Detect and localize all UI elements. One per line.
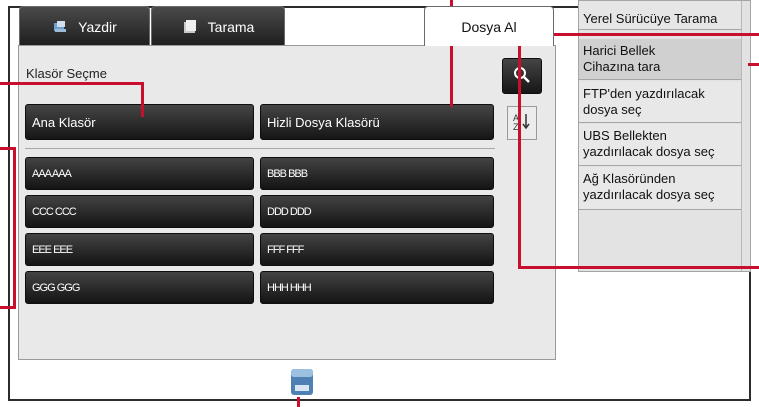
file-item[interactable]: DDD DDD: [260, 195, 494, 228]
tab-retrieve-file[interactable]: Dosya Al: [424, 6, 554, 46]
callout-line: [141, 82, 144, 117]
callout-box: [518, 33, 759, 269]
main-folder-button[interactable]: Ana Klasör: [25, 104, 254, 140]
scan-icon: [182, 19, 198, 34]
callout-bracket: [0, 147, 16, 309]
file-item-label: AAA AAA: [32, 167, 72, 180]
panel-title: Klasör Seçme: [26, 66, 107, 81]
divider: [25, 148, 495, 149]
callout-line: [297, 397, 300, 407]
file-item-label: HHH HHH: [267, 281, 312, 294]
printer-icon: [52, 20, 68, 34]
main-folder-label: Ana Klasör: [32, 114, 96, 130]
file-item-label: EEE EEE: [32, 243, 73, 256]
callout-line: [0, 82, 144, 85]
file-item[interactable]: AAA AAA: [25, 157, 254, 190]
file-item[interactable]: EEE EEE: [25, 233, 254, 266]
tab-scan-label: Tarama: [207, 18, 255, 35]
file-item-label: BBB BBB: [267, 167, 308, 180]
file-item[interactable]: BBB BBB: [260, 157, 494, 190]
tab-retrieve-file-label: Dosya Al: [461, 18, 517, 35]
quick-file-folder-button[interactable]: Hizli Dosya Klasörü: [260, 104, 494, 140]
tab-scan[interactable]: Tarama: [151, 6, 285, 46]
quick-file-folder-label: Hizli Dosya Klasörü: [267, 114, 380, 130]
file-item-label: GGG GGG: [32, 281, 80, 294]
file-item[interactable]: HHH HHH: [260, 271, 494, 304]
file-item-label: FFF FFF: [267, 243, 304, 256]
file-item-label: CCC CCC: [32, 205, 77, 218]
file-item[interactable]: CCC CCC: [25, 195, 254, 228]
usb-storage-icon[interactable]: [290, 367, 314, 402]
file-item-label: DDD DDD: [267, 205, 312, 218]
tab-print[interactable]: Yazdir: [19, 6, 150, 46]
file-item[interactable]: GGG GGG: [25, 271, 254, 304]
side-menu-title[interactable]: Yerel Sürücüye Tarama: [579, 1, 742, 30]
tab-print-label: Yazdir: [78, 18, 117, 35]
file-item[interactable]: FFF FFF: [260, 233, 494, 266]
callout-line: [748, 63, 759, 66]
